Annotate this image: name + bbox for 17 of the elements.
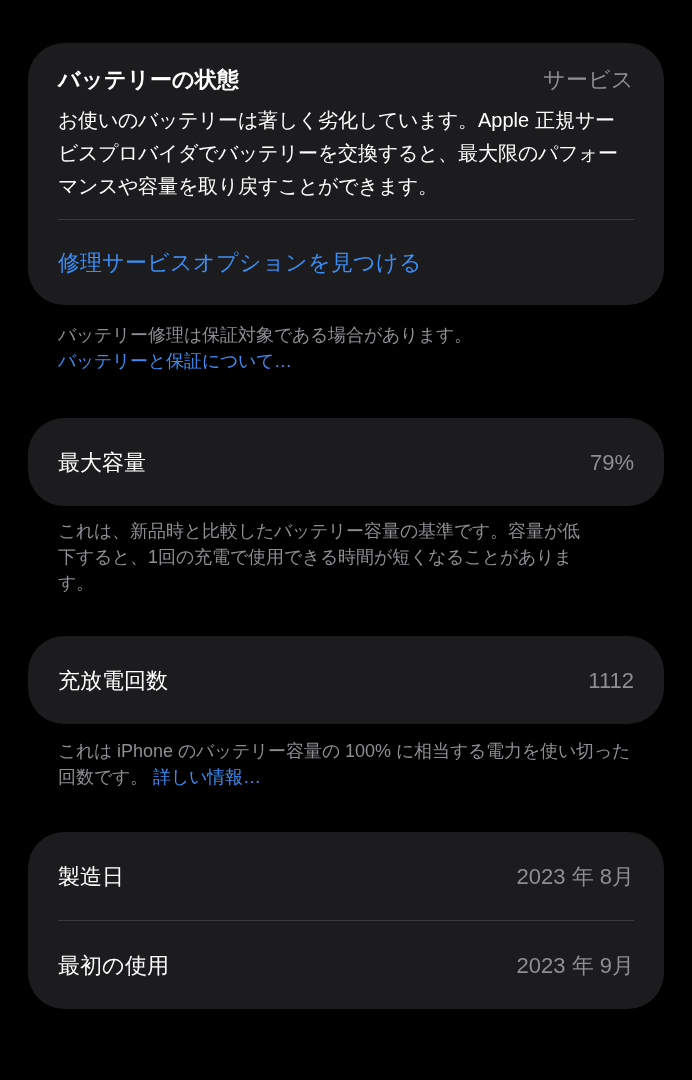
warranty-link[interactable]: バッテリーと保証について… xyxy=(58,351,292,371)
warranty-note: バッテリー修理は保証対象である場合があります。 バッテリーと保証について… xyxy=(57,324,473,373)
row-label: 最大容量 xyxy=(58,448,146,477)
row-value: 79% xyxy=(589,448,634,477)
more-info-link[interactable]: 詳しい情報… xyxy=(153,767,261,787)
repair-options-link[interactable]: 修理サービスオプションを見つける xyxy=(58,250,422,275)
card-title: バッテリーの状態 xyxy=(58,66,239,94)
row-label: 充放電回数 xyxy=(58,666,168,695)
row-label: 製造日 xyxy=(58,862,124,891)
row-value: 2023 年 9月 xyxy=(516,951,634,980)
description-text: お使いのバッテリーは著しく劣化しています。Apple 正規サービスプロバイダでバッテリーを交換すると、最大限のパフォーマンスや容量を取り戻すことができます。 xyxy=(58,104,634,220)
capacity-note: これは、新品時と比較したバッテリー容量の基準です。容量が低下すると、1回の充電で使用できる時間が短くなることがあります。 xyxy=(57,520,581,595)
row-value: 1112 xyxy=(588,666,634,695)
row-value: 2023 年 8月 xyxy=(516,862,634,891)
cycle-note: これは iPhone のバッテリー容量の 100% に相当する電力を使い切った回数です。 詳しい情報… xyxy=(57,740,632,789)
status-label: サービス xyxy=(543,66,634,94)
row-label: 最初の使用 xyxy=(58,951,169,980)
